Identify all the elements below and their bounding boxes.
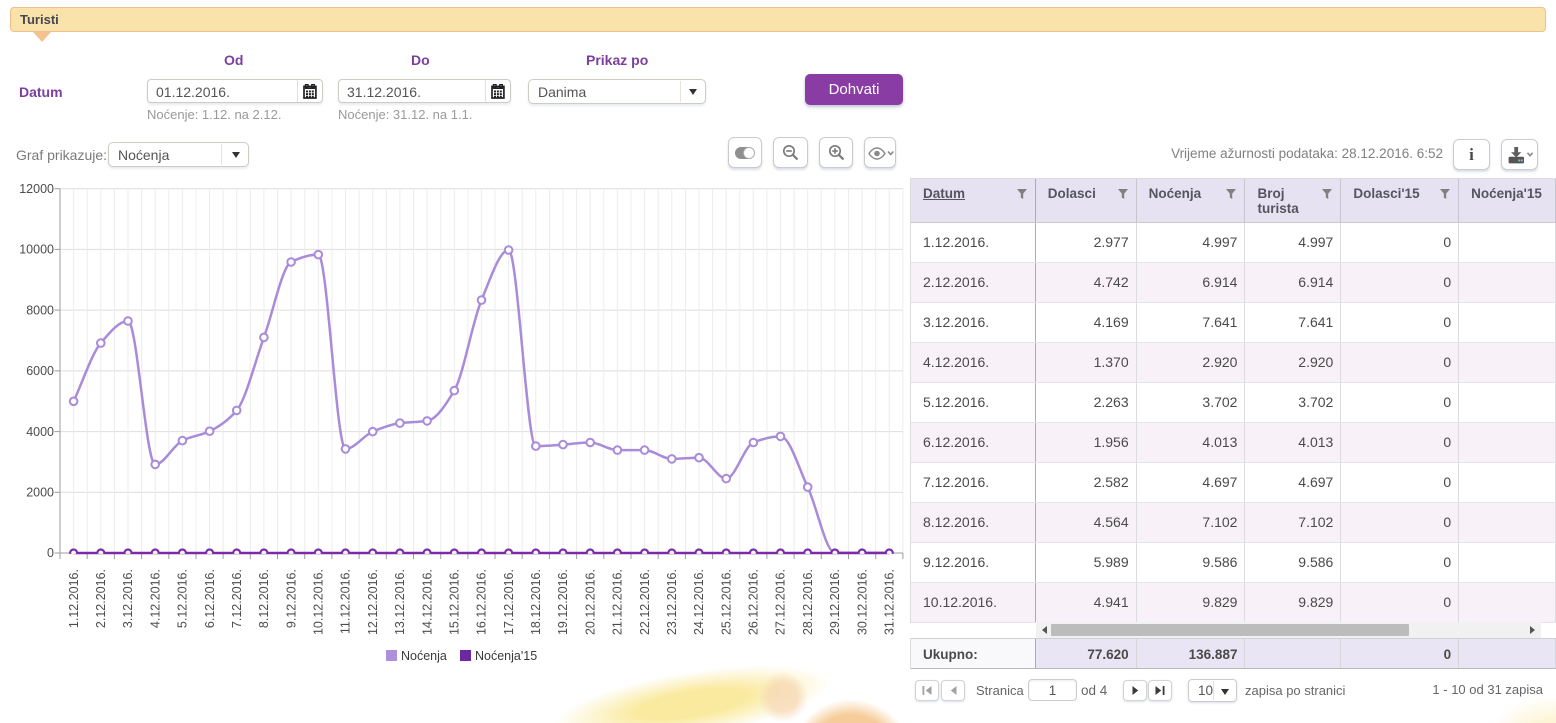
svg-text:12000: 12000 (19, 182, 54, 196)
svg-text:2000: 2000 (26, 486, 54, 500)
svg-text:10000: 10000 (19, 243, 54, 257)
svg-text:24.12.2016.: 24.12.2016. (692, 569, 706, 635)
svg-text:Noćenja: Noćenja (401, 649, 447, 663)
svg-text:3.12.2016.: 3.12.2016. (121, 569, 135, 628)
svg-text:20.12.2016.: 20.12.2016. (583, 569, 597, 635)
svg-text:31.12.2016.: 31.12.2016. (883, 569, 897, 635)
svg-text:14.12.2016.: 14.12.2016. (420, 569, 434, 635)
svg-text:10.12.2016.: 10.12.2016. (312, 569, 326, 635)
svg-text:19.12.2016.: 19.12.2016. (556, 569, 570, 635)
svg-text:18.12.2016.: 18.12.2016. (529, 569, 543, 635)
svg-text:23.12.2016.: 23.12.2016. (665, 569, 679, 635)
svg-text:1.12.2016.: 1.12.2016. (67, 569, 81, 628)
svg-text:15.12.2016.: 15.12.2016. (448, 569, 462, 635)
svg-text:30.12.2016.: 30.12.2016. (855, 569, 869, 635)
svg-text:4000: 4000 (26, 425, 54, 439)
svg-text:22.12.2016.: 22.12.2016. (638, 569, 652, 635)
svg-text:0: 0 (47, 546, 54, 560)
svg-text:8.12.2016.: 8.12.2016. (257, 569, 271, 628)
svg-text:12.12.2016.: 12.12.2016. (366, 569, 380, 635)
svg-text:29.12.2016.: 29.12.2016. (828, 569, 842, 635)
svg-text:28.12.2016.: 28.12.2016. (801, 569, 815, 635)
svg-text:21.12.2016.: 21.12.2016. (611, 569, 625, 635)
svg-text:16.12.2016.: 16.12.2016. (475, 569, 489, 635)
svg-text:11.12.2016.: 11.12.2016. (339, 569, 353, 634)
svg-text:2.12.2016.: 2.12.2016. (94, 569, 108, 628)
svg-text:7.12.2016.: 7.12.2016. (230, 569, 244, 628)
svg-text:6000: 6000 (26, 364, 54, 378)
svg-text:4.12.2016.: 4.12.2016. (148, 569, 162, 628)
svg-text:13.12.2016.: 13.12.2016. (393, 569, 407, 635)
svg-text:27.12.2016.: 27.12.2016. (774, 569, 788, 635)
svg-text:17.12.2016.: 17.12.2016. (502, 569, 516, 635)
svg-text:26.12.2016.: 26.12.2016. (747, 569, 761, 635)
svg-text:6.12.2016.: 6.12.2016. (203, 569, 217, 628)
svg-text:5.12.2016.: 5.12.2016. (176, 569, 190, 628)
svg-text:8000: 8000 (26, 303, 54, 317)
svg-text:25.12.2016.: 25.12.2016. (719, 569, 733, 635)
svg-text:Noćenja'15: Noćenja'15 (475, 649, 537, 663)
svg-text:9.12.2016.: 9.12.2016. (284, 569, 298, 628)
